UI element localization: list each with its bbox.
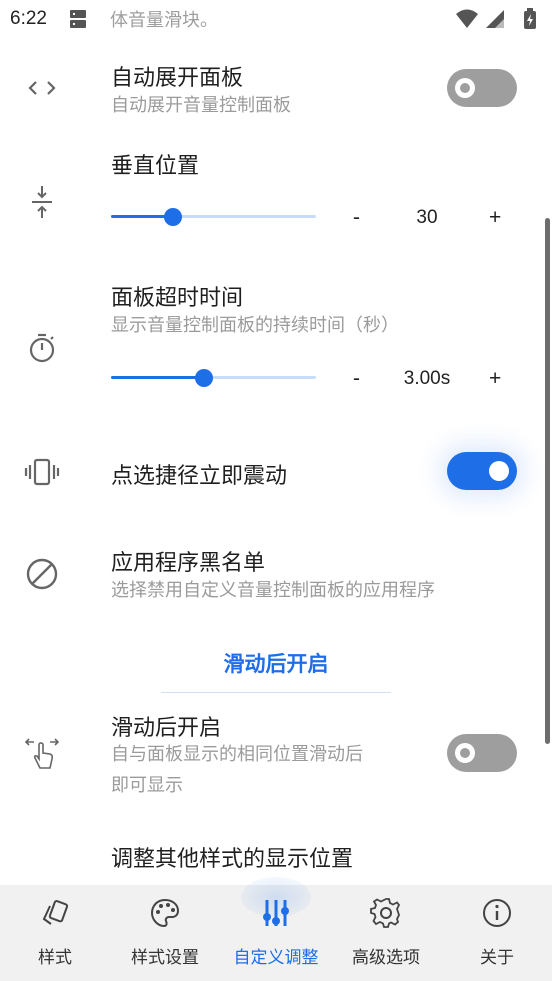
- storage-icon: [70, 10, 86, 28]
- tune-sliders-icon: [263, 900, 289, 926]
- timer-icon: [29, 333, 55, 363]
- app-blacklist-title: 应用程序黑名单: [111, 551, 266, 576]
- status-time: 6:22: [10, 8, 47, 29]
- block-icon: [26, 558, 58, 590]
- vertical-position-slider[interactable]: [111, 207, 316, 227]
- code-arrows-icon: [28, 81, 56, 95]
- toggle-knob: [455, 78, 475, 98]
- vibrate-toggle[interactable]: [447, 452, 517, 490]
- section-header-swipe: 滑动后开启: [223, 652, 329, 676]
- panel-timeout-increment-button[interactable]: +: [489, 367, 501, 391]
- vibrate-title: 点选捷径立即震动: [111, 464, 288, 489]
- vertical-position-increment-button[interactable]: +: [489, 206, 501, 230]
- enable-after-swipe-subtitle-line1: 自与面板显示的相同位置滑动后: [111, 744, 363, 765]
- nav-tab-style-settings[interactable]: 样式设置: [110, 885, 220, 981]
- vertical-position-title: 垂直位置: [111, 154, 200, 179]
- slider-thumb[interactable]: [195, 369, 214, 387]
- slider-thumb[interactable]: [163, 208, 182, 226]
- auto-expand-subtitle: 自动展开音量控制面板: [111, 95, 291, 116]
- palette-icon: [150, 898, 180, 928]
- auto-expand-title: 自动展开面板: [111, 66, 244, 91]
- toggle-knob: [489, 461, 509, 481]
- panel-timeout-value: 3.00s: [403, 368, 451, 389]
- vertical-align-center-icon: [32, 186, 52, 218]
- wifi-icon: [456, 9, 478, 28]
- section-divider: [161, 692, 391, 693]
- panel-timeout-title: 面板超时时间: [111, 286, 244, 311]
- toggle-knob: [455, 743, 475, 763]
- enable-after-swipe-title: 滑动后开启: [111, 716, 222, 741]
- nav-tab-style[interactable]: 样式: [0, 885, 110, 981]
- nav-label: 样式: [38, 948, 72, 968]
- scrolled-text-fragment: 体音量滑块。: [110, 10, 218, 31]
- auto-expand-toggle[interactable]: [447, 69, 517, 107]
- nav-tab-about[interactable]: 关于: [442, 885, 552, 981]
- enable-after-swipe-toggle[interactable]: [447, 734, 517, 772]
- bottom-navigation: 样式 样式设置 自定义调整 高级选项 关于: [0, 877, 552, 981]
- gear-icon: [370, 898, 401, 928]
- status-bar: 6:22 体音量滑块。: [0, 0, 552, 40]
- vertical-position-value: 30: [416, 207, 438, 228]
- panel-timeout-decrement-button[interactable]: -: [353, 367, 360, 391]
- vertical-position-decrement-button[interactable]: -: [353, 206, 360, 230]
- vibration-icon: [24, 458, 60, 486]
- panel-timeout-slider[interactable]: [111, 368, 316, 388]
- nav-tab-advanced[interactable]: 高级选项: [331, 885, 441, 981]
- slider-fill: [111, 376, 205, 379]
- scrollbar[interactable]: [545, 218, 550, 744]
- nav-label: 关于: [480, 948, 514, 968]
- panel-timeout-subtitle: 显示音量控制面板的持续时间（秒）: [111, 315, 399, 336]
- nav-label: 样式设置: [131, 948, 199, 968]
- enable-after-swipe-subtitle-line2: 即可显示: [111, 775, 183, 796]
- adjust-position-title: 调整其他样式的显示位置: [111, 847, 354, 872]
- app-blacklist-subtitle: 选择禁用自定义音量控制面板的应用程序: [111, 580, 435, 601]
- cards-icon: [42, 900, 69, 925]
- nav-tab-custom-adjust[interactable]: 自定义调整: [221, 877, 331, 981]
- battery-charging-icon: [524, 8, 536, 29]
- status-icons: [456, 8, 536, 29]
- swipe-gesture-icon: [24, 738, 60, 769]
- info-icon: [483, 899, 511, 927]
- nav-label: 自定义调整: [233, 948, 319, 968]
- nav-label: 高级选项: [352, 948, 420, 968]
